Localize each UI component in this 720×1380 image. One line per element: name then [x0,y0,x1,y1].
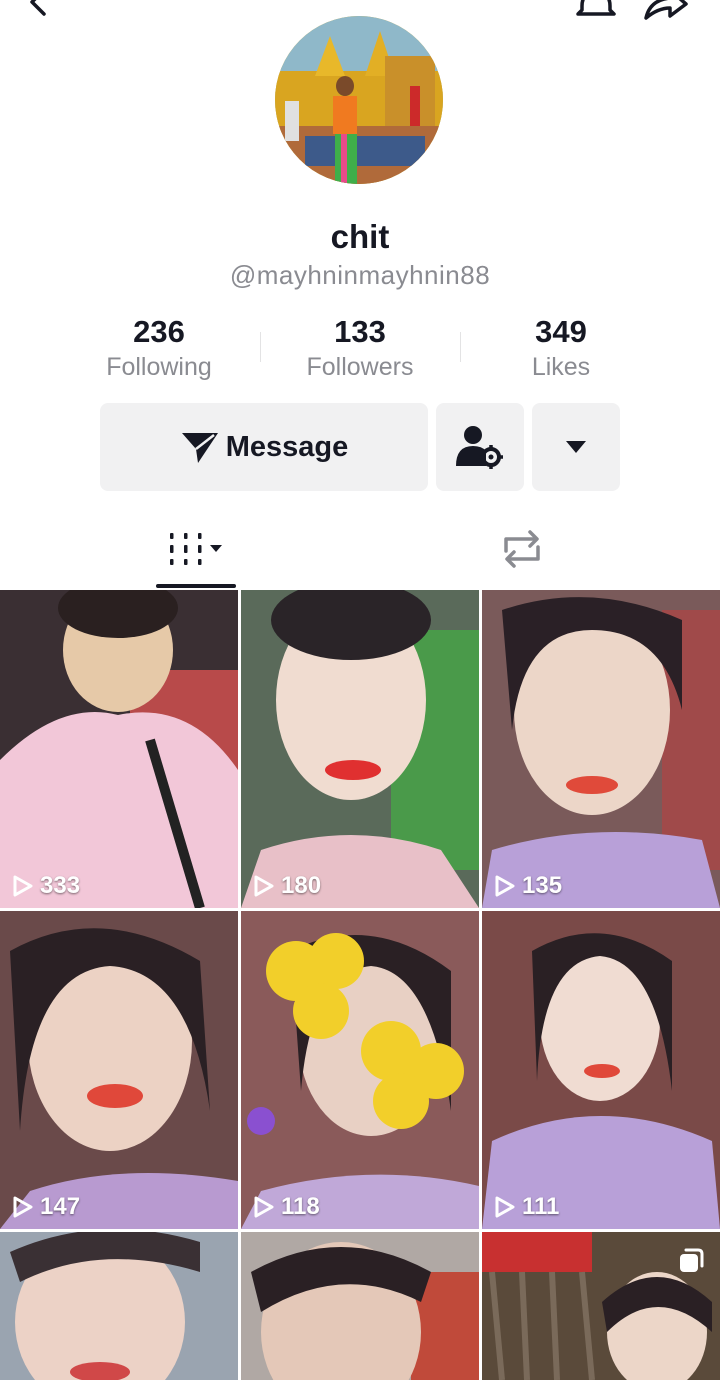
stat-divider [260,332,261,362]
send-icon [181,433,218,463]
user-settings-icon [456,426,503,469]
bell-icon[interactable] [574,0,618,22]
avatar[interactable] [275,16,443,184]
active-tab-indicator [156,584,236,588]
video-thumbnail[interactable] [482,1232,720,1380]
pinned-icon [680,1248,704,1272]
play-icon [495,875,515,897]
view-count: 180 [253,872,321,900]
video-thumbnail[interactable] [241,1232,479,1380]
stat-value: 133 [334,314,386,349]
view-count-text: 333 [40,872,81,899]
view-count: 111 [494,1193,559,1221]
stat-label: Followers [306,353,414,381]
stat-label: Likes [531,353,591,381]
play-icon [254,875,274,897]
view-count-text: 118 [281,1193,320,1220]
stat-value: 236 [133,314,185,349]
stat-label: Following [106,353,212,381]
view-count: 135 [494,872,562,900]
view-count: 118 [253,1193,320,1221]
stat-following[interactable]: 236 Following [69,312,249,382]
repost-icon [504,530,540,568]
tab-videos[interactable] [120,508,276,590]
video-thumbnail[interactable]: 111 [482,911,720,1229]
video-thumbnail[interactable] [0,1232,238,1380]
stat-value: 349 [535,314,587,349]
stat-divider [460,332,461,362]
view-count: 333 [12,872,80,900]
play-icon [13,1196,33,1218]
stat-likes[interactable]: 349 Likes [471,312,651,382]
video-grid: 333 180 135 147 118 111 [0,590,720,1380]
view-count-text: 147 [40,1193,81,1220]
video-thumbnail[interactable]: 118 [241,911,479,1229]
video-thumbnail[interactable]: 333 [0,590,238,908]
view-count-text: 135 [522,872,563,899]
play-icon [495,1196,515,1218]
play-icon [13,875,33,897]
grid-icon [170,533,222,565]
message-button[interactable]: Message [100,403,428,491]
video-thumbnail[interactable]: 135 [482,590,720,908]
profile-tabs [0,508,720,590]
tab-reposts[interactable] [444,508,600,590]
display-name: chit [330,218,390,255]
view-count-text: 180 [281,872,322,899]
back-arrow-icon[interactable] [22,0,52,16]
more-button[interactable] [532,403,620,491]
profile-stats: 236 Following 133 Followers 349 Likes [0,312,720,392]
view-count-text: 111 [522,1193,560,1220]
message-label: Message [225,430,349,463]
stat-followers[interactable]: 133 Followers [270,312,450,382]
username: @mayhninmayhnin88 [229,260,491,290]
play-icon [254,1196,274,1218]
video-thumbnail[interactable]: 180 [241,590,479,908]
share-icon[interactable] [640,0,690,22]
caret-down-icon [566,441,586,453]
view-count: 147 [12,1193,80,1221]
video-thumbnail[interactable]: 147 [0,911,238,1229]
user-settings-button[interactable] [436,403,524,491]
